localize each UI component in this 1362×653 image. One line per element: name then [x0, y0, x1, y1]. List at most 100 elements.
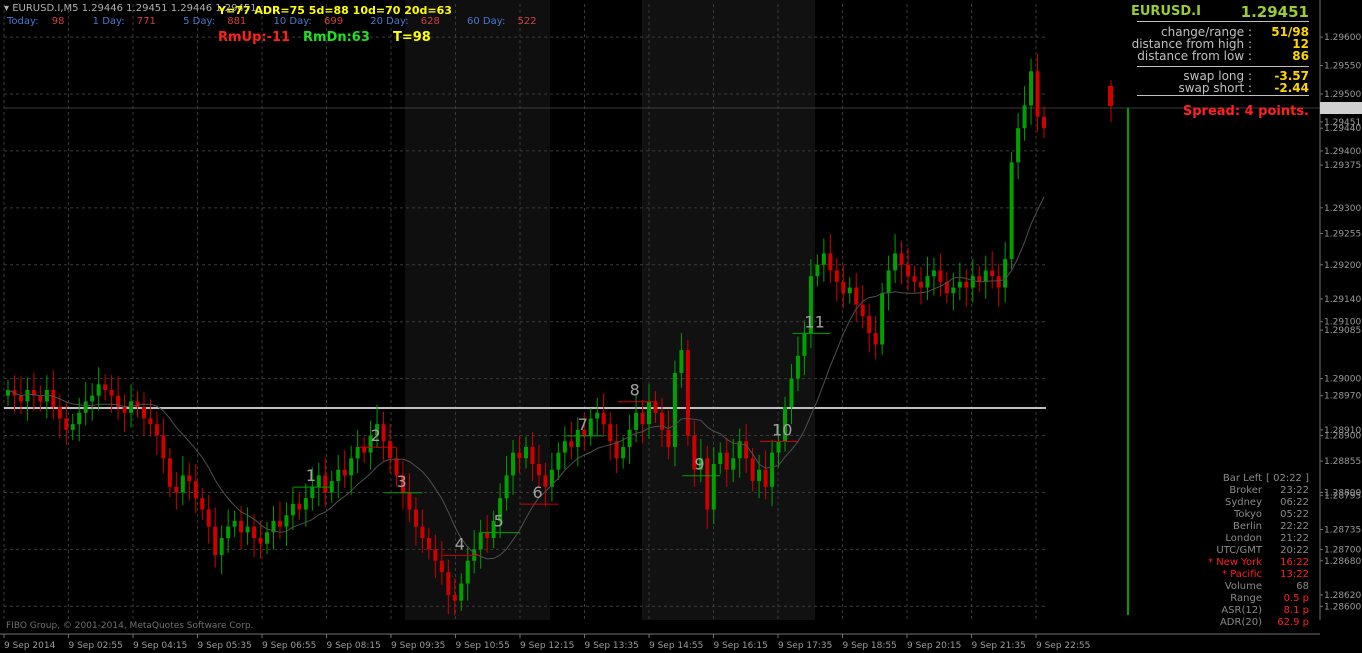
- price-tick-label: 1.29000: [1324, 375, 1361, 385]
- stat-label-60day: 60 Day:: [467, 16, 506, 27]
- candle-body: [627, 429, 632, 447]
- candle-body: [342, 469, 347, 476]
- stats-row: Today: 98 1 Day: 771 5 Day: 881 10 Day: …: [7, 16, 537, 27]
- candle-body: [277, 520, 282, 527]
- candle-body: [90, 395, 95, 402]
- candle-body: [96, 384, 101, 396]
- candle-body: [996, 276, 1001, 288]
- price-tick-label: 1.29200: [1324, 261, 1361, 271]
- candle-body: [886, 270, 891, 294]
- wave-label-2: 2: [371, 426, 381, 445]
- candle-body: [465, 560, 470, 584]
- candle-body: [530, 446, 535, 464]
- wave-label-1: 1: [306, 466, 316, 485]
- panel-price: 1.29451: [1240, 3, 1309, 21]
- candle-body: [38, 395, 43, 402]
- wave-label-9: 9: [694, 455, 704, 474]
- bar-left-value: 0.5 p: [1283, 593, 1309, 604]
- candle-body: [25, 390, 30, 402]
- candle-body: [57, 407, 62, 419]
- candle-body: [536, 464, 541, 476]
- price-tick-label: 1.29400: [1324, 147, 1361, 157]
- candle-body: [951, 287, 956, 294]
- candle-body: [433, 549, 438, 561]
- bar-left-value: 8.1 p: [1283, 605, 1309, 616]
- wave-label-8: 8: [630, 381, 640, 400]
- stat-label-5day: 5 Day:: [183, 16, 216, 27]
- candle-body: [724, 452, 729, 470]
- candle-body: [770, 452, 775, 487]
- price-tick-label: 1.29440: [1324, 124, 1361, 134]
- candle-body: [789, 378, 794, 408]
- candle-body: [893, 253, 898, 271]
- swap-short-label: swap short :: [1178, 81, 1252, 95]
- candle-body: [828, 253, 833, 271]
- candle-body: [284, 515, 289, 527]
- distance-low-label: distance from low :: [1137, 49, 1252, 63]
- time-tick-label: 9 Sep 06:55: [262, 641, 316, 651]
- candle-body: [161, 435, 166, 459]
- bar-left-label: London: [1225, 533, 1262, 544]
- candle-body: [983, 270, 988, 282]
- price-tick-label: 1.29140: [1324, 295, 1361, 305]
- price-tick-label: 1.28700: [1324, 545, 1361, 555]
- time-tick-label: 9 Sep 16:15: [714, 641, 768, 651]
- candle-body: [83, 401, 88, 413]
- candle-body: [310, 486, 315, 499]
- bar-left-label: ADR(20): [1219, 617, 1262, 628]
- price-tick-label: 1.28620: [1324, 591, 1361, 601]
- candle-body: [1029, 71, 1034, 106]
- candle-body: [931, 270, 936, 277]
- time-tick-label: 9 Sep 12:15: [520, 641, 574, 651]
- panel-symbol: EURUSD.I: [1131, 4, 1201, 19]
- time-tick-label: 9 Sep 02:55: [69, 641, 123, 651]
- candle-body: [659, 412, 664, 430]
- candle-body: [426, 538, 431, 550]
- bar-left-value: 21:22: [1280, 533, 1309, 544]
- candle-body: [1009, 162, 1014, 260]
- candle-body: [336, 469, 341, 482]
- bar-left-label: Tokyo: [1234, 509, 1262, 520]
- bar-left-label: * New York: [1208, 557, 1262, 568]
- candle-body: [990, 270, 995, 277]
- candle-body: [265, 532, 269, 544]
- candle-body: [556, 452, 561, 470]
- candle-body: [970, 276, 975, 288]
- wave-label-5: 5: [494, 512, 504, 531]
- bar-left-label: * Pacific: [1222, 569, 1262, 580]
- candle-body: [672, 372, 677, 447]
- dropdown-icon[interactable]: ▾: [4, 3, 9, 14]
- candle-body: [258, 538, 263, 544]
- price-tick-label: 1.29085: [1324, 326, 1361, 336]
- candle-body: [543, 475, 548, 487]
- distance-low-value: 86: [1292, 49, 1309, 63]
- candle-body: [705, 458, 710, 510]
- candle-body: [485, 532, 490, 538]
- time-tick-label: 9 Sep 05:35: [198, 641, 252, 651]
- wave-label-6: 6: [532, 483, 542, 502]
- candle-body: [731, 458, 736, 470]
- candle-body: [478, 532, 483, 550]
- time-tick-label: 9 Sep 18:55: [843, 641, 897, 651]
- bar-left-value: 62.9 p: [1277, 617, 1309, 628]
- panel-divider-top: [1137, 21, 1309, 22]
- bar-left-value: 20:22: [1280, 545, 1309, 556]
- candle-body: [925, 276, 930, 288]
- time-tick-label: 9 Sep 08:15: [327, 641, 381, 651]
- rmdn-label: RmDn:63: [303, 30, 370, 45]
- bar-left-label: UTC/GMT: [1216, 545, 1262, 556]
- candle-body: [70, 424, 75, 430]
- stat-value-60day: 522: [517, 16, 537, 27]
- candle-body: [608, 424, 613, 442]
- candle-body: [1022, 105, 1027, 129]
- candle-body: [906, 264, 911, 277]
- price-tick-label: 1.29255: [1324, 229, 1361, 239]
- candle-body: [154, 424, 159, 436]
- candle-body: [938, 270, 943, 282]
- candle-body: [601, 412, 606, 425]
- candle-body: [757, 469, 762, 482]
- stat-value-5day: 881: [227, 16, 247, 27]
- stat-value-1day: 771: [136, 16, 156, 27]
- wave-label-11: 11: [804, 312, 824, 331]
- candle-body: [1003, 259, 1008, 288]
